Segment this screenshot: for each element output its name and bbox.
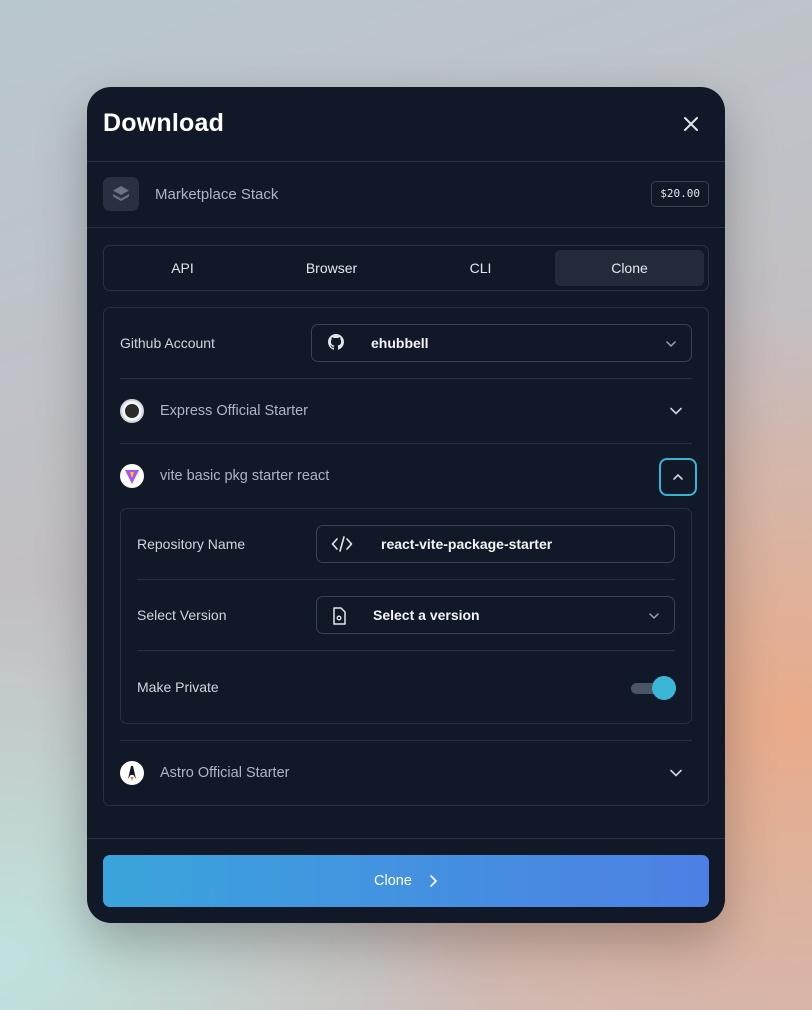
version-select-value: Select a version <box>373 607 480 623</box>
download-method-tabs: API Browser CLI Clone <box>103 245 709 291</box>
product-name: Marketplace Stack <box>155 186 279 203</box>
clone-panel: Github Account ehubbell Express Official… <box>103 307 709 806</box>
select-version-label: Select Version <box>137 607 227 623</box>
vite-logo <box>120 464 144 488</box>
chevron-down-icon[interactable] <box>669 766 683 780</box>
chevron-up-icon <box>673 473 683 480</box>
starter-astro-title: Astro Official Starter <box>160 765 290 781</box>
starter-vite-details: Repository Name react-vite-package-start… <box>120 508 692 724</box>
clone-button[interactable]: Clone <box>103 855 709 907</box>
price-badge: $20.00 <box>651 181 709 207</box>
divider <box>120 443 692 444</box>
chevron-down-icon <box>649 613 659 620</box>
tab-browser[interactable]: Browser <box>257 250 406 286</box>
repository-name-label: Repository Name <box>137 536 246 552</box>
starter-vite-title: vite basic pkg starter react <box>160 468 330 484</box>
file-icon <box>332 607 346 630</box>
astro-logo <box>120 761 144 785</box>
chevron-down-icon[interactable] <box>669 404 683 418</box>
tab-api[interactable]: API <box>108 250 257 286</box>
code-icon <box>331 535 353 558</box>
chevron-down-icon <box>666 341 676 348</box>
github-account-label: Github Account <box>120 335 215 351</box>
version-select[interactable]: Select a version <box>316 596 675 634</box>
starter-express-title: Express Official Starter <box>160 403 309 419</box>
chevron-right-icon <box>430 875 438 887</box>
stack-icon <box>103 177 139 211</box>
repository-name-value: react-vite-package-starter <box>381 536 553 552</box>
tab-cli[interactable]: CLI <box>406 250 555 286</box>
footer-divider <box>87 838 725 839</box>
make-private-label: Make Private <box>137 679 219 695</box>
tab-clone[interactable]: Clone <box>555 250 704 286</box>
github-account-value: ehubbell <box>371 335 429 351</box>
starter-astro-row[interactable]: Astro Official Starter <box>120 741 692 805</box>
clone-button-label: Clone <box>374 873 412 889</box>
close-icon[interactable] <box>681 114 701 134</box>
starter-express-row[interactable]: Express Official Starter <box>120 379 692 443</box>
dialog-title: Download <box>103 109 225 137</box>
make-private-toggle[interactable] <box>631 675 676 701</box>
dialog-header: Download <box>87 87 725 162</box>
express-logo <box>120 399 144 423</box>
divider <box>137 650 675 651</box>
collapse-starter-button[interactable] <box>659 458 697 496</box>
github-account-select[interactable]: ehubbell <box>311 324 692 362</box>
repository-name-input[interactable]: react-vite-package-starter <box>316 525 675 563</box>
download-dialog: Download Marketplace Stack $20.00 API Br… <box>87 87 725 923</box>
github-icon <box>328 334 344 355</box>
product-row: Marketplace Stack $20.00 <box>87 162 725 228</box>
divider <box>137 579 675 580</box>
toggle-knob <box>652 676 676 700</box>
